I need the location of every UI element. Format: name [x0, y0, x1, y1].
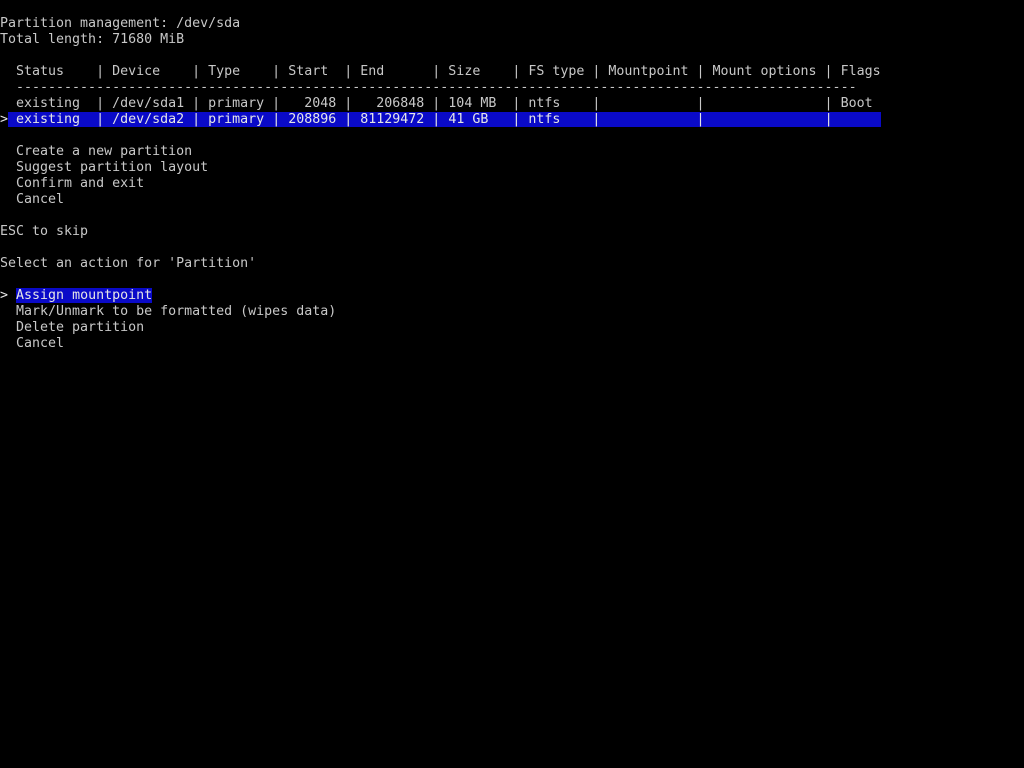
action-item-cancel[interactable]: Cancel	[0, 336, 64, 352]
action-item-label: Assign mountpoint	[16, 288, 153, 303]
page-title: Partition management: /dev/sda	[0, 16, 241, 31]
menu-item-confirm-exit[interactable]: Confirm and exit	[0, 176, 144, 192]
terminal-screen: Partition management: /dev/sda Total len…	[0, 0, 1024, 768]
menu-item-suggest-layout[interactable]: Suggest partition layout	[0, 160, 208, 176]
table-header: Status | Device | Type | Start | End | S…	[0, 64, 881, 79]
selected-row-label: existing | /dev/sda2 | primary | 208896 …	[8, 112, 881, 127]
table-separator: ----------------------------------------…	[0, 80, 857, 95]
esc-hint: ESC to skip	[0, 224, 89, 239]
action-cursor-icon: >	[0, 288, 9, 303]
table-row-sda1[interactable]: existing | /dev/sda1 | primary | 2048 | …	[0, 96, 873, 112]
table-row-sda2[interactable]: > existing | /dev/sda2 | primary | 20889…	[0, 112, 881, 128]
row-cursor-icon: >	[0, 112, 9, 127]
action-item-assign-mountpoint[interactable]: > Assign mountpoint	[0, 288, 153, 304]
menu-item-cancel[interactable]: Cancel	[0, 192, 64, 208]
action-prompt: Select an action for 'Partition'	[0, 256, 257, 271]
action-item-delete-partition[interactable]: Delete partition	[0, 320, 144, 336]
menu-item-create-partition[interactable]: Create a new partition	[0, 144, 192, 160]
action-item-mark-format[interactable]: Mark/Unmark to be formatted (wipes data)	[0, 304, 336, 320]
total-length: Total length: 71680 MiB	[0, 32, 185, 47]
